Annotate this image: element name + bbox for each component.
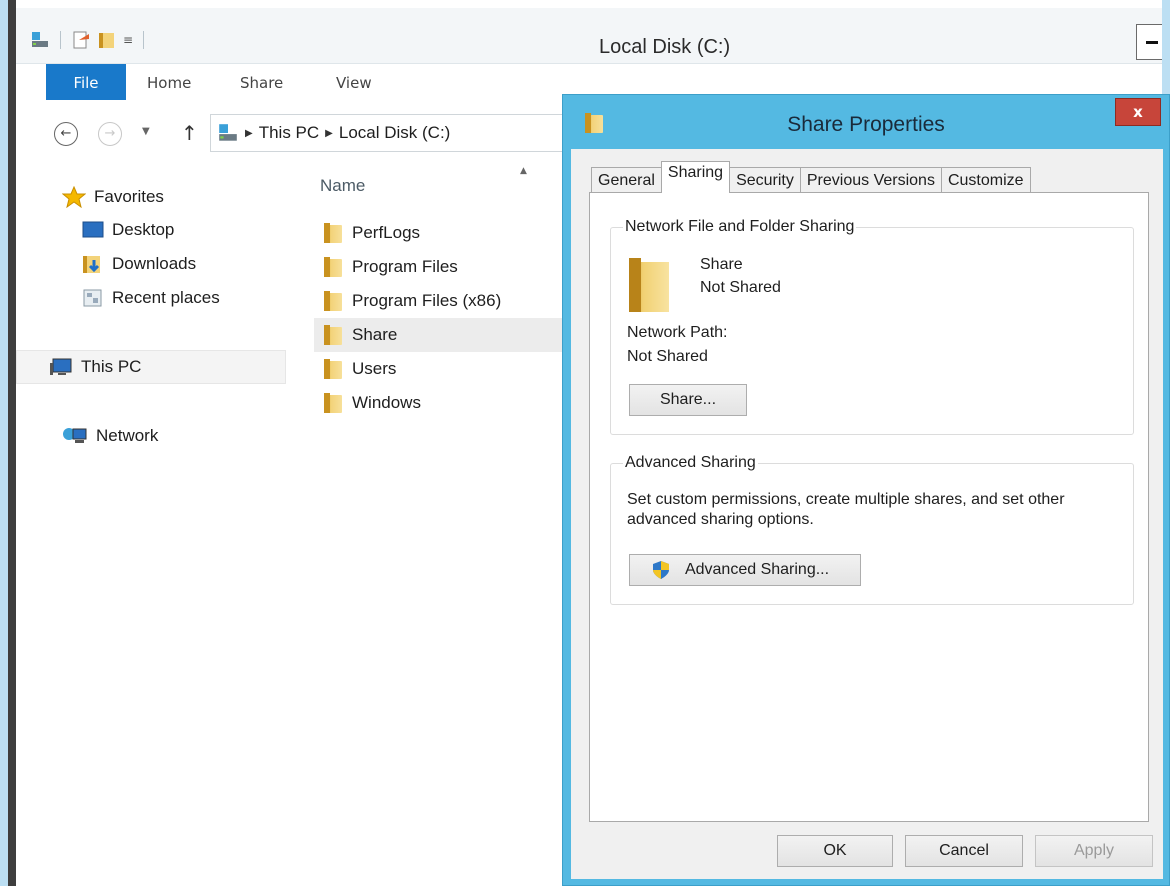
dialog-body: General Sharing Security Previous Versio…	[571, 149, 1163, 879]
file-name: Program Files (x86)	[352, 291, 502, 310]
window-left-edge	[8, 0, 16, 886]
navigation-pane: Favorites Desktop Downloads Recent place…	[16, 162, 288, 886]
file-name: Share	[352, 325, 398, 344]
recent-places-icon	[83, 289, 102, 307]
folder-status: Not Shared	[700, 279, 781, 296]
file-name: Windows	[352, 393, 421, 412]
nav-item-label: This PC	[81, 357, 142, 376]
share-properties-dialog: Share Properties x General Sharing Secur…	[562, 94, 1170, 886]
network-path-value: Not Shared	[627, 348, 708, 365]
forward-arrow-icon[interactable]: →	[98, 122, 122, 146]
navigation-bar: ← → ▼ ↑ ▶ This PC ▶ Local Disk (C:)	[16, 100, 590, 162]
toolbar-separator	[143, 31, 145, 49]
close-button[interactable]: x	[1115, 98, 1161, 126]
nav-item-desktop[interactable]: Desktop	[82, 220, 174, 240]
drive-icon	[219, 124, 237, 141]
tab-file[interactable]: File	[46, 64, 126, 100]
sort-ascending-icon: ▲	[520, 166, 527, 176]
column-header-name[interactable]: Name	[320, 176, 365, 196]
folder-icon	[629, 258, 669, 312]
network-sharing-group: Network File and Folder Sharing Share No…	[610, 218, 1134, 435]
file-name: PerfLogs	[352, 223, 421, 242]
network-path-label: Network Path:	[627, 324, 728, 341]
downloads-icon	[83, 256, 100, 273]
computer-icon	[50, 358, 72, 375]
share-button[interactable]: Share...	[629, 384, 747, 416]
folder-icon	[324, 291, 342, 311]
minimize-button[interactable]	[1136, 24, 1162, 60]
file-row-selected[interactable]: Share	[314, 318, 584, 352]
breadcrumb-local-disk[interactable]: Local Disk (C:)	[339, 123, 450, 143]
file-name: Program Files	[352, 257, 458, 276]
breadcrumb-this-pc[interactable]: This PC	[259, 123, 319, 143]
folder-icon	[324, 359, 342, 379]
nav-item-label: Desktop	[112, 220, 175, 239]
nav-item-network[interactable]: Network	[62, 426, 158, 446]
new-folder-icon[interactable]	[97, 30, 117, 50]
dialog-title: Share Properties	[787, 113, 945, 136]
nav-item-label: Recent places	[112, 288, 220, 307]
file-name: Users	[352, 359, 397, 378]
desktop-icon	[82, 221, 104, 238]
tab-previous-versions[interactable]: Previous Versions	[799, 167, 942, 193]
ok-button[interactable]: OK	[777, 835, 893, 867]
group-legend: Network File and Folder Sharing	[623, 218, 857, 236]
tab-share[interactable]: Share	[240, 74, 283, 92]
network-icon	[63, 428, 87, 443]
toolbar-separator	[60, 31, 61, 49]
folder-icon	[324, 257, 342, 277]
apply-button[interactable]: Apply	[1035, 835, 1153, 867]
sharing-tab-panel: Network File and Folder Sharing Share No…	[589, 192, 1149, 822]
shield-icon	[653, 561, 669, 579]
nav-item-favorites[interactable]: Favorites	[62, 186, 164, 208]
star-icon	[62, 186, 86, 208]
file-row[interactable]: Program Files	[314, 250, 584, 284]
nav-item-label: Network	[96, 426, 159, 445]
chevron-down-icon[interactable]: ▼	[142, 126, 150, 137]
address-bar[interactable]: ▶ This PC ▶ Local Disk (C:)	[210, 114, 590, 152]
properties-icon[interactable]	[71, 30, 91, 50]
nav-item-this-pc[interactable]: This PC	[16, 350, 286, 384]
up-arrow-icon[interactable]: ↑	[181, 121, 198, 145]
advanced-sharing-description: Set custom permissions, create multiple …	[627, 491, 1065, 528]
cancel-button[interactable]: Cancel	[905, 835, 1023, 867]
tab-security[interactable]: Security	[729, 167, 801, 193]
file-list: Name ▲ PerfLogs Program Files Program Fi…	[288, 162, 584, 886]
folder-name: Share	[700, 256, 743, 273]
folder-icon	[324, 223, 342, 243]
breadcrumb-arrow-icon[interactable]: ▶	[325, 128, 333, 139]
customize-toolbar-icon[interactable]: ≡	[123, 33, 133, 47]
tab-general[interactable]: General	[591, 167, 662, 193]
tab-view[interactable]: View	[336, 74, 372, 92]
file-row[interactable]: Program Files (x86)	[314, 284, 584, 318]
group-legend: Advanced Sharing	[623, 454, 758, 472]
nav-item-label: Downloads	[112, 254, 197, 273]
advanced-sharing-button-label: Advanced Sharing...	[684, 561, 830, 578]
advanced-sharing-group: Advanced Sharing Set custom permissions,…	[610, 454, 1134, 605]
file-row[interactable]: Users	[314, 352, 584, 386]
file-row[interactable]: PerfLogs	[314, 216, 584, 250]
drive-icon[interactable]	[30, 30, 50, 50]
advanced-sharing-button[interactable]: Advanced Sharing...	[629, 554, 861, 586]
window-title: Local Disk (C:)	[599, 36, 731, 58]
tab-home[interactable]: Home	[147, 74, 191, 92]
tab-customize[interactable]: Customize	[940, 167, 1031, 193]
folder-icon	[324, 325, 342, 345]
tab-sharing[interactable]: Sharing	[660, 161, 731, 193]
nav-item-downloads[interactable]: Downloads	[82, 254, 196, 274]
breadcrumb-arrow-icon[interactable]: ▶	[245, 128, 253, 139]
quick-access-toolbar: ≡	[30, 30, 148, 50]
nav-item-label: Favorites	[94, 187, 164, 206]
title-bar: ≡ Local Disk (C:)	[16, 8, 1162, 64]
file-row[interactable]: Windows	[314, 386, 584, 420]
nav-item-recent-places[interactable]: Recent places	[82, 288, 220, 308]
back-arrow-icon[interactable]: ←	[54, 122, 78, 146]
folder-icon	[324, 393, 342, 413]
dialog-tabs: General Sharing Security Previous Versio…	[591, 161, 1031, 193]
